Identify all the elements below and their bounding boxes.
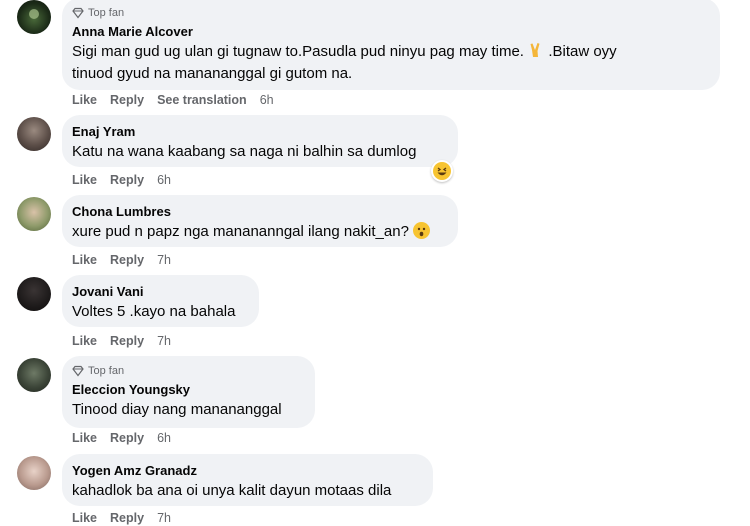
comment-bubble: Jovani Vani Voltes 5 .kayo na bahala bbox=[62, 275, 259, 327]
like-button[interactable]: Like bbox=[72, 431, 97, 445]
avatar[interactable] bbox=[17, 277, 51, 311]
comment-text-line: tinuod gyud na manananggal gi gutom na. bbox=[72, 65, 353, 82]
comment-actions: Like Reply See translation 6h bbox=[72, 93, 287, 107]
like-button[interactable]: Like bbox=[72, 334, 97, 348]
comment-author[interactable]: Eleccion Youngsky bbox=[72, 381, 303, 398]
reply-button[interactable]: Reply bbox=[110, 431, 144, 445]
comment-author[interactable]: Chona Lumbres bbox=[72, 203, 446, 220]
like-button[interactable]: Like bbox=[72, 93, 97, 107]
comment-actions: Like Reply 7h bbox=[72, 334, 184, 348]
comment-author[interactable]: Anna Marie Alcover bbox=[72, 23, 708, 40]
comment-text-line: Sigi man gud ug ulan gi tugnaw to.Pasudl… bbox=[72, 43, 524, 60]
timestamp[interactable]: 6h bbox=[157, 173, 171, 187]
avatar[interactable] bbox=[17, 358, 51, 392]
comment-text: xure pud n papz nga manananngal ilang na… bbox=[72, 221, 446, 243]
avatar[interactable] bbox=[17, 117, 51, 151]
comment-text: Katu na wana kaabang sa naga ni balhin s… bbox=[72, 143, 417, 160]
haha-reaction-icon[interactable] bbox=[431, 160, 453, 182]
timestamp[interactable]: 6h bbox=[260, 93, 274, 107]
top-fan-badge: Top fan bbox=[72, 364, 303, 378]
comment-text-line: xure pud n papz nga manananngal ilang na… bbox=[72, 223, 409, 240]
badge-label: Top fan bbox=[88, 365, 125, 377]
like-button[interactable]: Like bbox=[72, 173, 97, 187]
surprised-emoji-icon bbox=[413, 222, 431, 239]
comment-actions: Like Reply 7h bbox=[72, 511, 184, 525]
timestamp[interactable]: 6h bbox=[157, 431, 171, 445]
comment-text-line: .Bitaw oyy bbox=[548, 43, 617, 60]
comment-actions: Like Reply 7h bbox=[72, 253, 184, 267]
reply-button[interactable]: Reply bbox=[110, 253, 144, 267]
comment-bubble: Yogen Amz Granadz kahadlok ba ana oi uny… bbox=[62, 454, 433, 506]
reply-button[interactable]: Reply bbox=[110, 173, 144, 187]
comment-text: Sigi man gud ug ulan gi tugnaw to.Pasudl… bbox=[72, 41, 708, 85]
timestamp[interactable]: 7h bbox=[157, 334, 171, 348]
reply-button[interactable]: Reply bbox=[110, 93, 144, 107]
comment-author[interactable]: Yogen Amz Granadz bbox=[72, 462, 421, 479]
like-button[interactable]: Like bbox=[72, 253, 97, 267]
like-button[interactable]: Like bbox=[72, 511, 97, 525]
avatar[interactable] bbox=[17, 197, 51, 231]
comment-author[interactable]: Jovani Vani bbox=[72, 283, 247, 300]
avatar[interactable] bbox=[17, 0, 51, 34]
reply-button[interactable]: Reply bbox=[110, 334, 144, 348]
top-fan-badge: Top fan bbox=[72, 6, 708, 20]
comment-bubble: Enaj Yram Katu na wana kaabang sa naga n… bbox=[62, 115, 458, 167]
avatar[interactable] bbox=[17, 456, 51, 490]
comment-bubble: Top fan Eleccion Youngsky Tinood diay na… bbox=[62, 356, 315, 428]
diamond-icon bbox=[72, 7, 84, 19]
comment-bubble: Top fan Anna Marie Alcover Sigi man gud … bbox=[62, 0, 720, 90]
timestamp[interactable]: 7h bbox=[157, 253, 171, 267]
comment-bubble: Chona Lumbres xure pud n papz nga manana… bbox=[62, 195, 458, 247]
timestamp[interactable]: 7h bbox=[157, 511, 171, 525]
comment-text: Tinood diay nang manananggal bbox=[72, 401, 282, 418]
comment-actions: Like Reply 6h bbox=[72, 173, 184, 187]
badge-label: Top fan bbox=[88, 7, 125, 19]
see-translation-button[interactable]: See translation bbox=[157, 93, 247, 107]
reply-button[interactable]: Reply bbox=[110, 511, 144, 525]
comment-text: kahadlok ba ana oi unya kalit dayun mota… bbox=[72, 482, 392, 499]
diamond-icon bbox=[72, 365, 84, 377]
comment-actions: Like Reply 6h bbox=[72, 431, 184, 445]
comment-author[interactable]: Enaj Yram bbox=[72, 123, 446, 140]
comment-text: Voltes 5 .kayo na bahala bbox=[72, 303, 236, 320]
victory-hand-icon bbox=[530, 43, 540, 57]
